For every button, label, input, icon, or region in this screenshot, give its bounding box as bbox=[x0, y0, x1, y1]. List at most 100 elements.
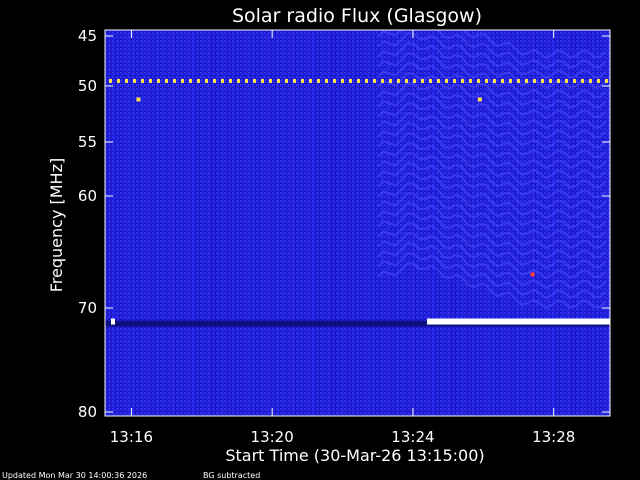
interference-dot bbox=[525, 79, 528, 83]
point-artifact bbox=[136, 97, 141, 102]
interference-dot bbox=[389, 79, 392, 83]
time-stripe bbox=[532, 30, 534, 416]
interference-dot bbox=[357, 79, 360, 83]
time-stripe bbox=[607, 30, 609, 416]
interference-dot bbox=[605, 79, 608, 83]
time-stripe bbox=[242, 30, 244, 416]
interference-dot bbox=[365, 79, 368, 83]
time-stripe bbox=[172, 30, 174, 416]
interference-dot bbox=[349, 79, 352, 83]
time-stripe bbox=[322, 30, 324, 416]
time-stripe bbox=[347, 30, 349, 416]
time-stripe bbox=[132, 30, 134, 416]
point-artifact bbox=[477, 97, 482, 102]
interference-dot bbox=[325, 79, 328, 83]
time-stripe bbox=[112, 30, 114, 416]
time-stripe bbox=[392, 30, 394, 416]
time-stripe bbox=[137, 30, 139, 416]
saturated-bar bbox=[427, 318, 610, 325]
time-stripe bbox=[282, 30, 284, 416]
time-stripe bbox=[177, 30, 179, 416]
time-stripe bbox=[312, 30, 314, 416]
interference-dot bbox=[381, 79, 384, 83]
time-stripe bbox=[332, 30, 334, 416]
interference-dot bbox=[149, 79, 152, 83]
time-stripe bbox=[342, 30, 344, 416]
time-stripe bbox=[162, 30, 164, 416]
time-stripe bbox=[377, 30, 379, 416]
background-note: BG subtracted bbox=[203, 471, 260, 480]
interference-dot bbox=[341, 79, 344, 83]
interference-dot bbox=[581, 79, 584, 83]
time-stripe bbox=[262, 30, 264, 416]
time-stripe bbox=[292, 30, 294, 416]
interference-dot bbox=[285, 79, 288, 83]
time-stripe bbox=[152, 30, 154, 416]
interference-dot bbox=[181, 79, 184, 83]
time-stripe bbox=[327, 30, 329, 416]
y-tick-label: 45 bbox=[78, 27, 97, 45]
time-stripe bbox=[142, 30, 144, 416]
y-tick-label: 60 bbox=[78, 187, 97, 205]
time-stripe bbox=[257, 30, 259, 416]
interference-dot bbox=[197, 79, 200, 83]
y-tick-label: 70 bbox=[78, 299, 97, 317]
time-stripe bbox=[212, 30, 214, 416]
time-stripe bbox=[197, 30, 199, 416]
interference-dot bbox=[293, 79, 296, 83]
interference-dot bbox=[509, 79, 512, 83]
interference-dot bbox=[133, 79, 136, 83]
interference-dot bbox=[485, 79, 488, 83]
x-tick-label: 13:16 bbox=[110, 428, 153, 446]
interference-dot bbox=[141, 79, 144, 83]
time-stripe bbox=[287, 30, 289, 416]
interference-dot bbox=[461, 79, 464, 83]
time-stripe bbox=[192, 30, 194, 416]
interference-dot bbox=[501, 79, 504, 83]
time-stripe bbox=[357, 30, 359, 416]
y-axis-label: Frequency [MHz] bbox=[47, 158, 66, 292]
interference-dot bbox=[597, 79, 600, 83]
interference-dot bbox=[245, 79, 248, 83]
interference-dot bbox=[253, 79, 256, 83]
interference-dot bbox=[117, 79, 120, 83]
spectrogram-chart: Solar radio Flux (Glasgow) 455055607080 … bbox=[2, 5, 611, 480]
interference-dot bbox=[517, 79, 520, 83]
time-stripe bbox=[277, 30, 279, 416]
time-stripe bbox=[317, 30, 319, 416]
interference-line bbox=[109, 79, 608, 83]
time-stripe bbox=[582, 30, 584, 416]
time-stripe bbox=[202, 30, 204, 416]
time-stripe bbox=[557, 30, 559, 416]
interference-dot bbox=[229, 79, 232, 83]
time-stripe bbox=[352, 30, 354, 416]
time-stripes bbox=[107, 30, 609, 416]
time-stripe bbox=[367, 30, 369, 416]
interference-dot bbox=[373, 79, 376, 83]
interference-dot bbox=[573, 79, 576, 83]
chart-title: Solar radio Flux (Glasgow) bbox=[232, 5, 482, 27]
time-stripe bbox=[247, 30, 249, 416]
interference-dot bbox=[237, 79, 240, 83]
interference-dot bbox=[109, 79, 112, 83]
interference-dot bbox=[437, 79, 440, 83]
time-stripe bbox=[482, 30, 484, 416]
time-stripe bbox=[237, 30, 239, 416]
interference-dot bbox=[189, 79, 192, 83]
updated-timestamp: Updated Mon Mar 30 14:00:36 2026 bbox=[2, 471, 147, 480]
interference-dot bbox=[261, 79, 264, 83]
interference-dot bbox=[493, 79, 496, 83]
interference-dot bbox=[421, 79, 424, 83]
time-stripe bbox=[127, 30, 129, 416]
time-stripe bbox=[272, 30, 274, 416]
time-stripe bbox=[117, 30, 119, 416]
interference-dot bbox=[317, 79, 320, 83]
time-stripe bbox=[267, 30, 269, 416]
interference-dot bbox=[309, 79, 312, 83]
interference-dot bbox=[557, 79, 560, 83]
time-stripe bbox=[372, 30, 374, 416]
time-stripe bbox=[477, 30, 479, 416]
interference-dot bbox=[533, 79, 536, 83]
interference-dot bbox=[469, 79, 472, 83]
interference-dot bbox=[269, 79, 272, 83]
